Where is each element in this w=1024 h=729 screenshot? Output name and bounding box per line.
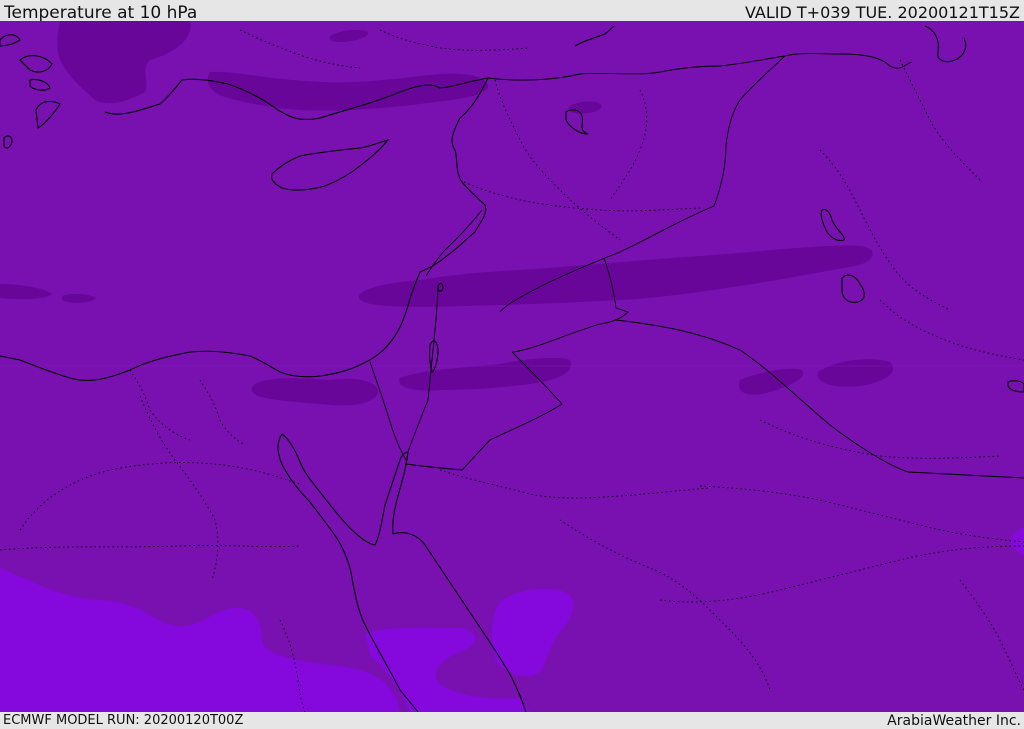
footer-bar: ECMWF MODEL RUN: 20200120T00Z ArabiaWeat… bbox=[0, 712, 1024, 729]
credit-label: ArabiaWeather Inc. bbox=[887, 713, 1021, 729]
header-bar: Temperature at 10 hPa VALID T+039 TUE. 2… bbox=[0, 0, 1024, 23]
map-title: Temperature at 10 hPa bbox=[4, 3, 198, 23]
temperature-map bbox=[0, 21, 1024, 712]
map-canvas[interactable] bbox=[0, 21, 1024, 712]
valid-time: VALID T+039 TUE. 20200121T15Z bbox=[744, 3, 1020, 22]
model-run-label: ECMWF MODEL RUN: 20200120T00Z bbox=[3, 713, 244, 728]
